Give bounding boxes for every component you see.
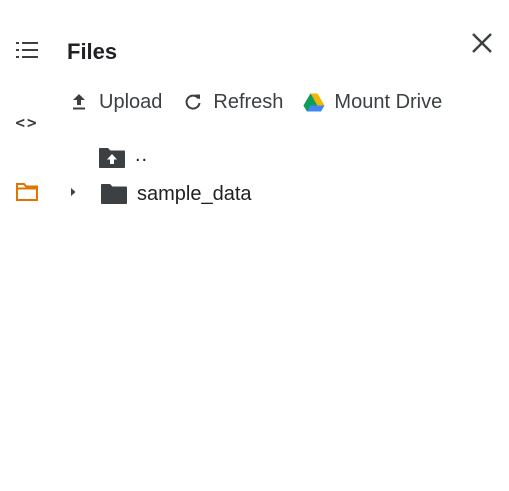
folder-label: sample_data xyxy=(137,183,252,205)
close-icon xyxy=(471,32,493,59)
upload-icon xyxy=(68,91,90,113)
parent-directory-item[interactable]: .. xyxy=(98,144,148,172)
mount-drive-label: Mount Drive xyxy=(334,91,443,113)
refresh-label: Refresh xyxy=(213,91,284,113)
side-rail: <> xyxy=(0,0,56,491)
code-snippets-icon: <> xyxy=(15,112,39,132)
files-panel: <> Files Upload Refresh Mount Drive .. s… xyxy=(0,0,509,491)
files-toolbar: Upload Refresh Mount Drive xyxy=(68,88,462,116)
panel-title: Files xyxy=(67,39,118,64)
files-button[interactable] xyxy=(10,179,44,209)
upload-label: Upload xyxy=(99,91,163,113)
parent-directory-label: .. xyxy=(135,144,149,166)
folder-up-icon xyxy=(98,146,126,170)
mount-drive-button[interactable]: Mount Drive xyxy=(303,88,442,116)
refresh-icon xyxy=(182,91,204,113)
upload-button[interactable]: Upload xyxy=(68,88,162,116)
folder-icon xyxy=(15,182,39,207)
code-snippets-button[interactable]: <> xyxy=(10,107,44,137)
folder-item-sample-data[interactable]: sample_data xyxy=(66,180,252,208)
table-of-contents-button[interactable] xyxy=(10,37,44,67)
close-panel-button[interactable] xyxy=(466,30,498,60)
refresh-button[interactable]: Refresh xyxy=(182,88,283,116)
expand-folder-button[interactable] xyxy=(66,180,80,208)
table-of-contents-icon xyxy=(16,41,38,64)
folder-icon xyxy=(100,182,128,206)
google-drive-icon xyxy=(303,91,325,113)
caret-right-icon xyxy=(69,185,77,203)
